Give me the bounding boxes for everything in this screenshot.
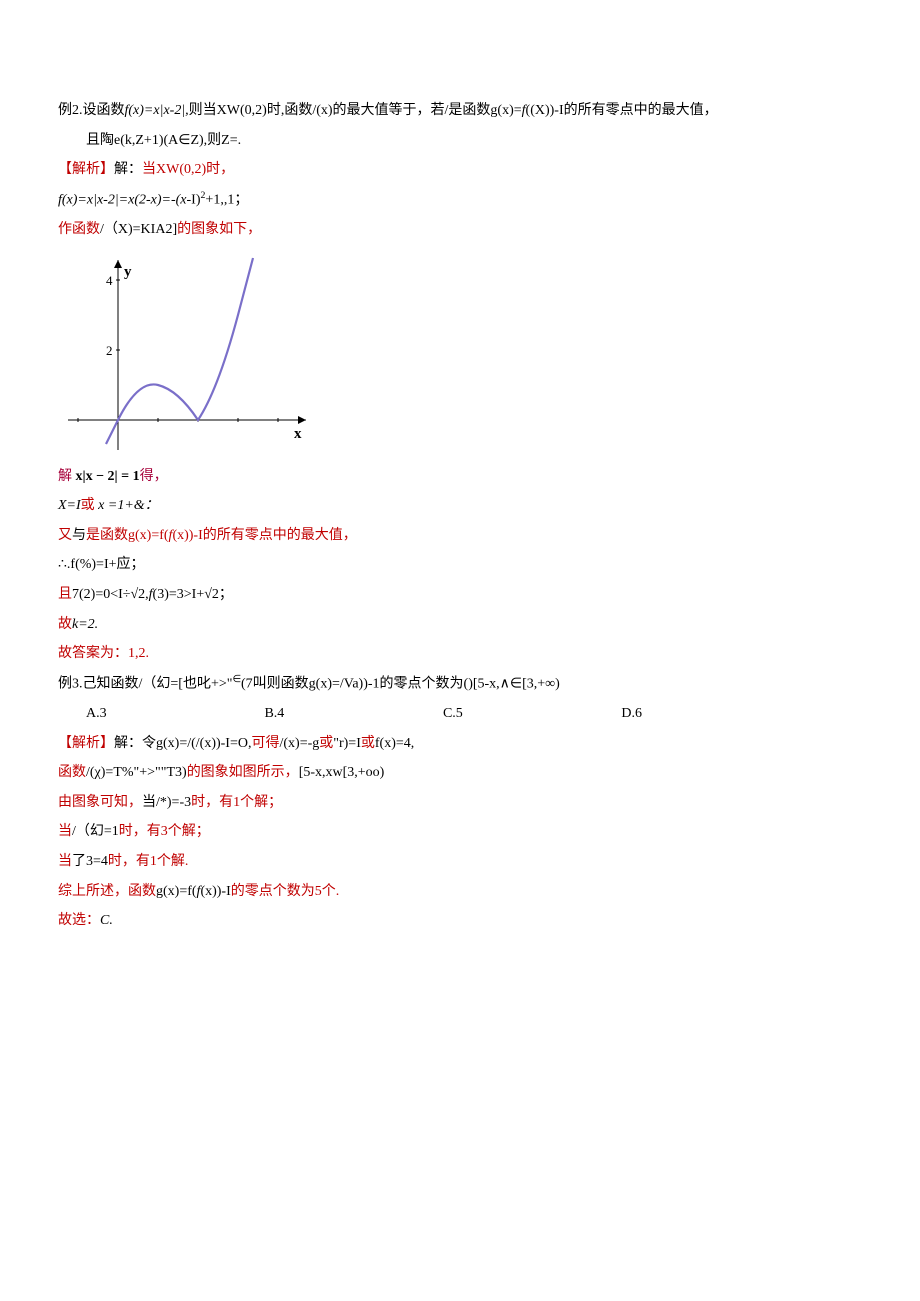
ytick-4: 4	[106, 273, 113, 288]
roots: X=I或 x =1+&：	[58, 493, 862, 520]
example3-options: A.3 B.4 C.5 D.6	[58, 701, 862, 728]
function-graph: 2 4 y x	[58, 250, 318, 460]
therefore-line: ∴.f(%)=I+应；	[58, 552, 862, 579]
solve-eq: 解 x|x − 2| = 1得，	[58, 464, 862, 491]
example2-statement: 例2.设函数f(x)=x|x-2|,则当XW(0,2)时,函数/(x)的最大值等…	[58, 98, 862, 125]
ytick-2: 2	[106, 343, 113, 358]
option-b: B.4	[264, 701, 442, 728]
option-a: A.3	[86, 701, 264, 728]
final-choice: 故选：C.	[58, 908, 862, 935]
final-answer-ex2: 故答案为：1,2.	[58, 641, 862, 668]
analysis-label: 【解析】解：当XW(0,2)时，	[58, 157, 862, 184]
case-neg3: 由图象可知，当/*)=-3时，有1个解；	[58, 790, 862, 817]
conclusion-k: 故k=2.	[58, 612, 862, 639]
func-graph-ref: 函数/(χ)=T%"+>""T3)的图象如图所示，[5-x,xw[3,+oo)	[58, 760, 862, 787]
summary-zeros: 综上所述，函数g(x)=f(f(x))-I的零点个数为5个.	[58, 879, 862, 906]
graph-caption: 作函数/（X)=KIA2]的图象如下，	[58, 217, 862, 244]
case-1: 当/（幻=1时，有3个解；	[58, 819, 862, 846]
case-4: 当了3=4时，有1个解.	[58, 849, 862, 876]
x-axis-label: x	[294, 426, 302, 442]
option-d: D.6	[621, 701, 799, 728]
option-c: C.5	[443, 701, 621, 728]
example3-statement: 例3.己知函数/（幻=[也叱+>"∈(7叫则函数g(x)=/Va))-1的零点个…	[58, 671, 862, 698]
example2-statement-cont: 且陶e(k,Z+1)(A∈Z),则Z=.	[58, 128, 862, 155]
y-axis-label: y	[124, 264, 132, 280]
reason-max-root: 又与是函数g(x)=f(f(x))-I的所有零点中的最大值，	[58, 523, 862, 550]
analysis-ex3: 【解析】解：令g(x)=/(/(x))-I=O,可得/(x)=-g或"r)=I或…	[58, 731, 862, 758]
bounds-check: 且7(2)=0<I÷√2,f(3)=3>I+√2；	[58, 582, 862, 609]
derivation-1: f(x)=x|x-2|=x(2-x)=-(x-I)2+1,,1；	[58, 187, 862, 214]
